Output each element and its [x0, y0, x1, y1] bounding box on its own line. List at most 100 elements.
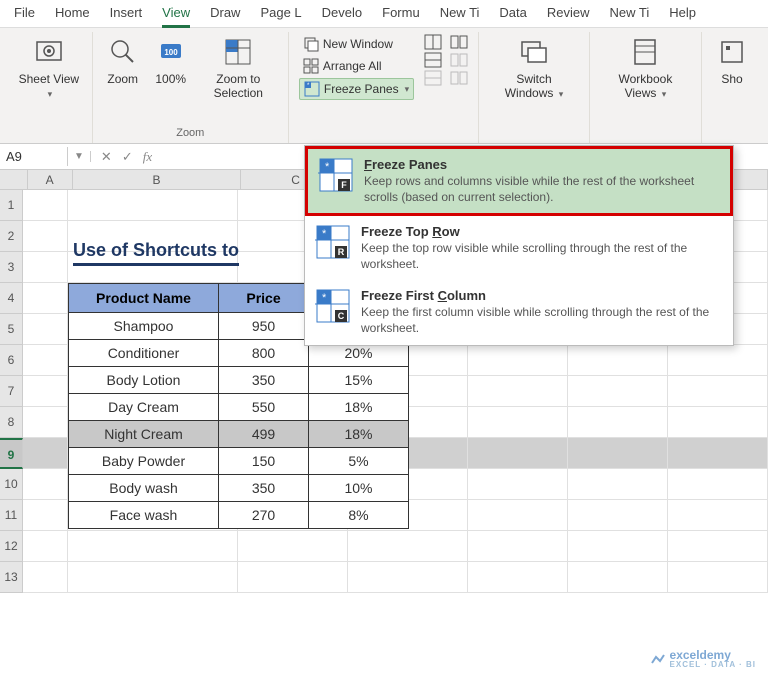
cell[interactable] [668, 562, 768, 593]
cell[interactable] [23, 221, 68, 252]
table-cell[interactable]: 800 [219, 340, 309, 367]
cancel-icon[interactable]: ✕ [101, 149, 112, 165]
switch-windows-button[interactable]: Switch Windows ▾ [485, 32, 583, 105]
menu-tab-review[interactable]: Review [537, 0, 600, 27]
reset-pos-icon[interactable] [450, 70, 468, 86]
table-cell[interactable]: Shampoo [69, 313, 219, 340]
cell[interactable] [668, 469, 768, 500]
view-side-icon[interactable] [450, 34, 468, 50]
table-cell[interactable]: 550 [219, 394, 309, 421]
cell[interactable] [23, 531, 68, 562]
table-cell[interactable]: 499 [219, 421, 309, 448]
cell[interactable] [668, 531, 768, 562]
row-header-3[interactable]: 3 [0, 252, 23, 283]
sync-scroll-icon[interactable] [450, 52, 468, 68]
cell[interactable] [68, 562, 238, 593]
row-header-6[interactable]: 6 [0, 345, 23, 376]
row-header-8[interactable]: 8 [0, 407, 23, 438]
new-window-button[interactable]: New Window [299, 34, 414, 54]
show-button[interactable]: Sho [708, 32, 756, 90]
row-header-10[interactable]: 10 [0, 469, 23, 500]
table-header[interactable]: Price [219, 284, 309, 313]
row-header-1[interactable]: 1 [0, 190, 23, 221]
cell[interactable] [468, 438, 568, 469]
table-cell[interactable]: Body Lotion [69, 367, 219, 394]
cell[interactable] [568, 469, 668, 500]
menu-tab-new-ti[interactable]: New Ti [600, 0, 660, 27]
menu-tab-new-ti[interactable]: New Ti [430, 0, 490, 27]
cell[interactable] [23, 469, 68, 500]
select-all-corner[interactable] [0, 170, 28, 190]
menu-tab-home[interactable]: Home [45, 0, 100, 27]
cell[interactable] [568, 345, 668, 376]
row-header-7[interactable]: 7 [0, 376, 23, 407]
cell[interactable] [23, 345, 68, 376]
row-header-5[interactable]: 5 [0, 314, 23, 345]
cell[interactable] [23, 376, 68, 407]
cell[interactable] [468, 500, 568, 531]
row-header-9[interactable]: 9 [0, 438, 23, 469]
name-box[interactable]: A9 [0, 147, 68, 166]
enter-icon[interactable]: ✓ [122, 149, 133, 165]
table-cell[interactable]: 350 [219, 475, 309, 502]
table-cell[interactable]: 10% [309, 475, 409, 502]
menu-tab-formu[interactable]: Formu [372, 0, 430, 27]
hundred-percent-button[interactable]: 100 100% [147, 32, 195, 90]
cell[interactable] [68, 190, 238, 221]
workbook-views-button[interactable]: Workbook Views ▾ [596, 32, 695, 105]
cell[interactable] [568, 531, 668, 562]
table-cell[interactable]: 8% [309, 502, 409, 529]
cell[interactable] [568, 438, 668, 469]
cell[interactable] [23, 438, 68, 469]
zoom-selection-button[interactable]: Zoom to Selection [195, 32, 282, 105]
row-header-12[interactable]: 12 [0, 531, 23, 562]
table-header[interactable]: Product Name [69, 284, 219, 313]
row-header-13[interactable]: 13 [0, 562, 23, 593]
cell[interactable] [568, 407, 668, 438]
cell[interactable] [23, 314, 68, 345]
menu-tab-file[interactable]: File [4, 0, 45, 27]
table-cell[interactable]: 270 [219, 502, 309, 529]
table-cell[interactable]: Conditioner [69, 340, 219, 367]
cell[interactable] [668, 376, 768, 407]
table-cell[interactable]: 18% [309, 394, 409, 421]
table-cell[interactable]: Baby Powder [69, 448, 219, 475]
menu-tab-page-l[interactable]: Page L [250, 0, 311, 27]
cell[interactable] [348, 531, 468, 562]
cell[interactable] [23, 190, 68, 221]
table-cell[interactable]: Face wash [69, 502, 219, 529]
cell[interactable] [668, 500, 768, 531]
cell[interactable] [468, 531, 568, 562]
name-box-dropdown[interactable]: ▼ [68, 151, 91, 162]
row-header-11[interactable]: 11 [0, 500, 23, 531]
cell[interactable] [238, 531, 348, 562]
arrange-all-button[interactable]: Arrange All [299, 56, 414, 76]
row-header-2[interactable]: 2 [0, 221, 23, 252]
cell[interactable] [23, 252, 68, 283]
table-cell[interactable]: 150 [219, 448, 309, 475]
cell[interactable] [468, 562, 568, 593]
cell[interactable] [468, 376, 568, 407]
zoom-button[interactable]: Zoom [99, 32, 147, 90]
col-header-A[interactable]: A [28, 170, 73, 190]
table-cell[interactable]: Day Cream [69, 394, 219, 421]
cell[interactable] [668, 407, 768, 438]
table-cell[interactable]: Body wash [69, 475, 219, 502]
cell[interactable] [568, 562, 668, 593]
cell[interactable] [568, 376, 668, 407]
cell[interactable] [23, 562, 68, 593]
cell[interactable] [568, 500, 668, 531]
cell[interactable] [23, 500, 68, 531]
cell[interactable] [23, 407, 68, 438]
cell[interactable] [468, 407, 568, 438]
split-icon[interactable] [424, 34, 442, 50]
freeze-panes-button[interactable]: * Freeze Panes ▾ [299, 78, 414, 100]
col-header-B[interactable]: B [73, 170, 242, 190]
cell[interactable] [68, 531, 238, 562]
fx-icon[interactable]: fx [143, 149, 152, 165]
cell[interactable] [23, 283, 68, 314]
table-cell[interactable]: 5% [309, 448, 409, 475]
sheet-view-button[interactable]: Sheet View ▾ [12, 32, 86, 105]
menu-tab-help[interactable]: Help [659, 0, 706, 27]
table-cell[interactable]: 350 [219, 367, 309, 394]
